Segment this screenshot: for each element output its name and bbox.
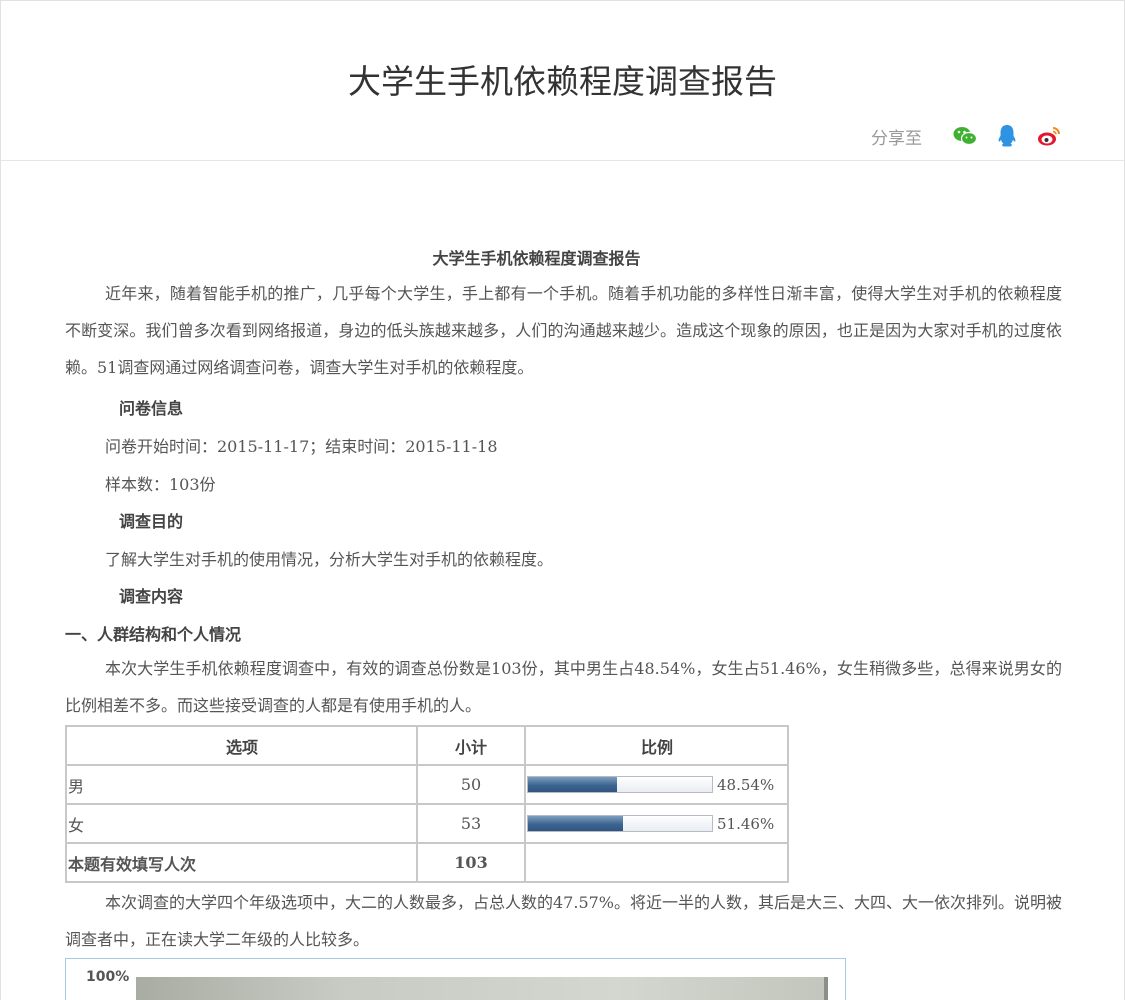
chart-plot-area: [136, 977, 828, 1000]
row-ratio: 51.46%: [524, 803, 789, 844]
grade-chart-image: 100%: [65, 958, 846, 1000]
chart-tick-label: 100%: [86, 969, 130, 985]
table-header-count: 小计: [416, 725, 526, 766]
table-row: 女 53 51.46%: [65, 803, 789, 844]
table-header-option: 选项: [65, 725, 418, 766]
section-1-paragraph: 本次大学生手机依赖程度调查中，有效的调查总份数是103份，其中男生占48.54%…: [65, 659, 1062, 715]
total-count: 103: [416, 842, 526, 883]
table-header-ratio: 比例: [524, 725, 789, 766]
article-title: 大学生手机依赖程度调查报告: [432, 249, 641, 268]
heading-survey-info: 问卷信息: [119, 399, 184, 418]
purpose-text: 了解大学生对手机的使用情况，分析大学生对手机的依赖程度。: [105, 550, 554, 569]
weibo-icon[interactable]: [1036, 123, 1062, 149]
table-total-row: 本题有效填写人次 103: [65, 842, 789, 883]
share-bar: 分享至: [871, 123, 1062, 149]
section-1-paragraph-2: 本次调查的大学四个年级选项中，大二的人数最多，占总人数的47.57%。将近一半的…: [65, 893, 1063, 949]
survey-time: 问卷开始时间：2015-11-17；结束时间：2015-11-18: [105, 437, 498, 456]
row-ratio: 48.54%: [524, 764, 789, 805]
ratio-bar-fill: [528, 816, 623, 831]
heading-content: 调查内容: [119, 587, 184, 606]
sample-count: 样本数：103份: [105, 475, 216, 494]
row-count: 53: [416, 803, 526, 844]
section-1-title: 一、人群结构和个人情况: [65, 625, 242, 644]
total-label: 本题有效填写人次: [65, 842, 418, 883]
wechat-icon[interactable]: [952, 123, 978, 149]
ratio-bar-fill: [528, 777, 618, 792]
total-empty-cell: [524, 842, 789, 883]
ratio-percent: 48.54%: [717, 775, 775, 794]
row-option: 男: [65, 764, 418, 805]
row-option: 女: [65, 803, 418, 844]
ratio-bar: [527, 815, 713, 832]
page-header: 大学生手机依赖程度调查报告 分享至: [1, 1, 1124, 161]
qq-icon[interactable]: [994, 123, 1020, 149]
row-count: 50: [416, 764, 526, 805]
gender-table: 选项 小计 比例 男 50 48.54% 女 53 51.46% 本题有效填写人…: [65, 725, 789, 883]
heading-purpose: 调查目的: [119, 512, 184, 531]
share-label: 分享至: [871, 128, 922, 149]
page: 大学生手机依赖程度调查报告 分享至 大学生手机依赖程度调查报告 近年来，随着智能…: [0, 0, 1125, 1000]
table-row: 男 50 48.54%: [65, 764, 789, 805]
page-title: 大学生手机依赖程度调查报告: [348, 62, 777, 101]
table-header-row: 选项 小计 比例: [65, 725, 789, 766]
intro-paragraph: 近年来，随着智能手机的推广，几乎每个大学生，手上都有一个手机。随着手机功能的多样…: [65, 284, 1062, 377]
ratio-percent: 51.46%: [717, 814, 775, 833]
ratio-bar: [527, 776, 713, 793]
